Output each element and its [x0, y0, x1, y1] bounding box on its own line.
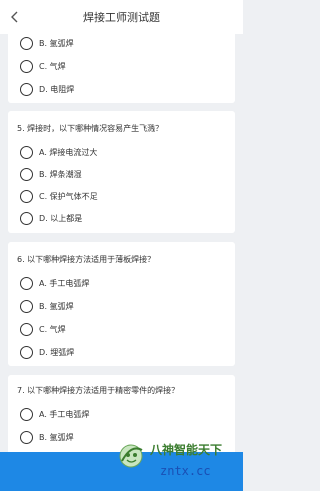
question-card-4: B. 氩弧焊 C. 气焊 D. 电阻焊 [8, 34, 235, 103]
page-title: 焊接工师测试题 [83, 11, 160, 24]
option-label: B. 氩弧焊 [39, 39, 74, 48]
question-card-5: 5. 焊接时，以下哪种情况容易产生飞溅？ A. 焊接电流过大 B. 焊条潮湿 C… [8, 111, 235, 233]
radio-button[interactable] [20, 83, 33, 96]
radio-button[interactable] [20, 277, 33, 290]
radio-button[interactable] [20, 168, 33, 181]
radio-button[interactable] [20, 323, 33, 336]
option-d[interactable]: D. 埋弧焊 [20, 345, 220, 363]
watermark-logo-icon [119, 444, 143, 468]
option-b[interactable]: B. 氩弧焊 [20, 36, 220, 54]
radio-button[interactable] [20, 212, 33, 225]
option-label: D. 以上都是 [39, 214, 83, 223]
watermark: 八神智能天下 zntx.cc [116, 438, 240, 488]
option-b[interactable]: B. 焊条潮湿 [20, 167, 220, 185]
question-text: 7. 以下哪种焊接方法适用于精密零件的焊接？ [17, 386, 180, 395]
option-label: D. 电阻焊 [39, 85, 75, 94]
radio-button[interactable] [20, 431, 33, 444]
option-label: C. 气焊 [39, 325, 66, 334]
option-label: B. 氩弧焊 [39, 433, 74, 442]
option-a[interactable]: A. 手工电弧焊 [20, 276, 220, 294]
option-a[interactable]: A. 焊接电流过大 [20, 145, 220, 163]
question-card-6: 6. 以下哪种焊接方法适用于薄板焊接？ A. 手工电弧焊 B. 氩弧焊 C. 气… [8, 242, 235, 366]
radio-button[interactable] [20, 37, 33, 50]
watermark-url: zntx.cc [160, 464, 211, 478]
option-label: B. 焊条潮湿 [39, 170, 82, 179]
option-label: C. 气焊 [39, 62, 66, 71]
option-a[interactable]: A. 手工电弧焊 [20, 407, 220, 425]
header-bar: 焊接工师测试题 [0, 0, 243, 34]
question-text: 5. 焊接时，以下哪种情况容易产生飞溅？ [17, 124, 164, 133]
option-label: B. 氩弧焊 [39, 302, 74, 311]
question-text: 6. 以下哪种焊接方法适用于薄板焊接？ [17, 255, 156, 264]
option-label: A. 手工电弧焊 [39, 279, 90, 288]
radio-button[interactable] [20, 60, 33, 73]
radio-button[interactable] [20, 408, 33, 421]
option-b[interactable]: B. 氩弧焊 [20, 299, 220, 317]
option-c[interactable]: C. 气焊 [20, 59, 220, 77]
option-label: A. 手工电弧焊 [39, 410, 90, 419]
option-c[interactable]: C. 气焊 [20, 322, 220, 340]
question-list[interactable]: B. 氩弧焊 C. 气焊 D. 电阻焊 5. 焊接时，以下哪种情况容易产生飞溅？… [0, 34, 243, 452]
radio-button[interactable] [20, 146, 33, 159]
option-label: A. 焊接电流过大 [39, 148, 98, 157]
radio-button[interactable] [20, 300, 33, 313]
option-label: D. 埋弧焊 [39, 348, 75, 357]
radio-button[interactable] [20, 190, 33, 203]
option-d[interactable]: D. 以上都是 [20, 211, 220, 229]
option-d[interactable]: D. 电阻焊 [20, 82, 220, 100]
radio-button[interactable] [20, 346, 33, 359]
option-c[interactable]: C. 保护气体不足 [20, 189, 220, 207]
watermark-text: 八神智能天下 [150, 443, 223, 457]
option-label: C. 保护气体不足 [39, 192, 98, 201]
